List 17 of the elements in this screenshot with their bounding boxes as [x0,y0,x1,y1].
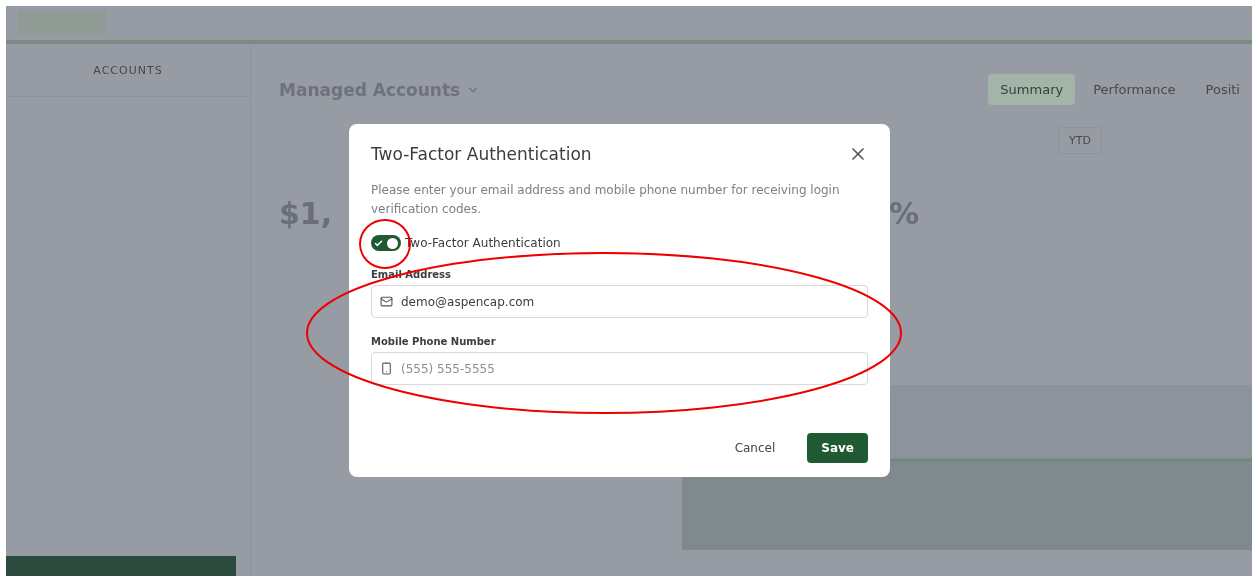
dialog-title: Two-Factor Authentication [371,144,592,164]
tab[interactable]: Positi [1193,74,1252,105]
field-label: Mobile Phone Number [371,336,497,347]
cancel-button[interactable]: Cancel [720,433,790,463]
phone-icon [380,362,393,375]
email-field[interactable]: demo@aspencap.com [371,285,868,318]
dialog-description: Please enter your email address and mobile phone number for receiving login verification codes. [371,182,841,218]
mail-icon [380,295,393,308]
sidebar-header: ACCOUNTS [6,44,250,97]
toggle-switch[interactable] [371,235,401,251]
tab[interactable]: Summary [988,74,1076,105]
tab[interactable]: Performance [1081,74,1188,105]
phone-field[interactable]: (555) 555-5555 [371,352,868,385]
period-dropdown[interactable]: YTD [1058,127,1102,154]
stat-change: % [888,196,919,231]
save-button[interactable]: Save [807,433,868,463]
check-icon [374,238,383,248]
